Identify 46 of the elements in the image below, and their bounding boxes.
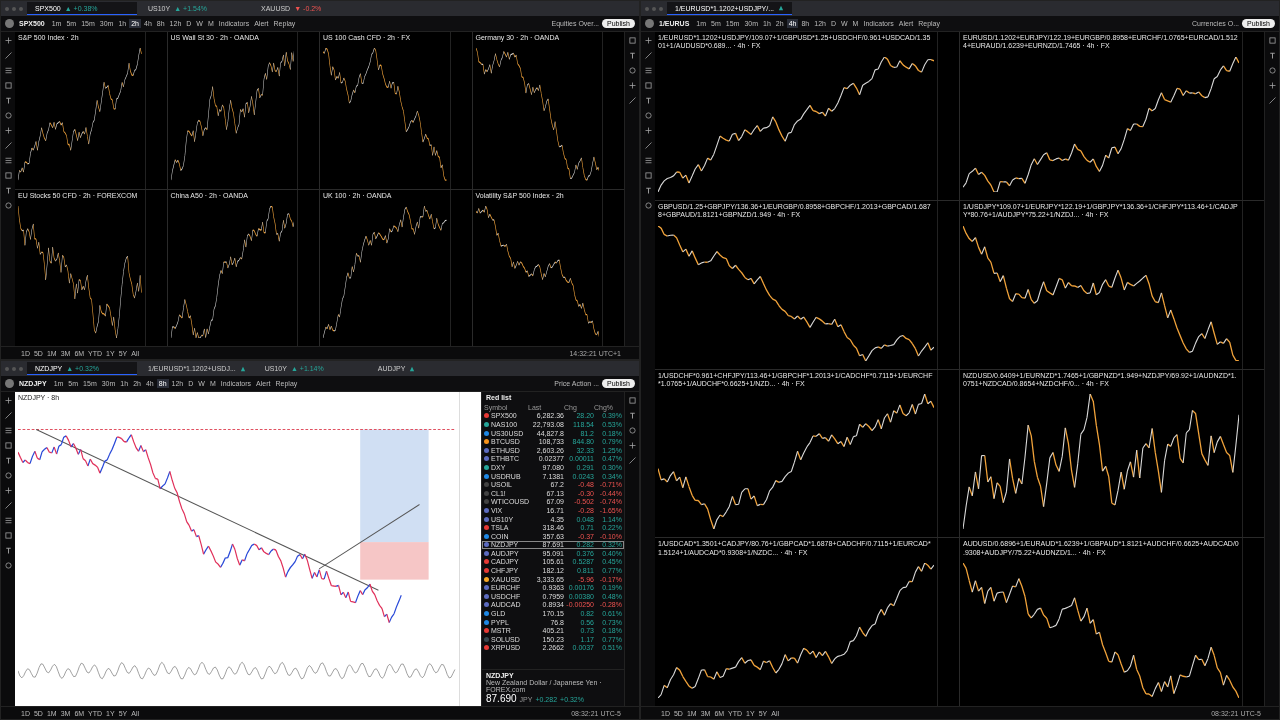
- circle-icon[interactable]: [3, 471, 13, 480]
- circle-icon[interactable]: [627, 66, 637, 75]
- text-tool-icon[interactable]: [3, 456, 13, 465]
- text-tool-icon[interactable]: [1267, 51, 1277, 60]
- crosshair-icon[interactable]: [643, 36, 653, 45]
- trend-line-icon[interactable]: [643, 141, 653, 150]
- avatar-icon[interactable]: [645, 19, 654, 28]
- lines-icon[interactable]: [3, 516, 13, 525]
- text-tool-icon[interactable]: [627, 51, 637, 60]
- detail-price: 87.690: [486, 693, 517, 704]
- crosshair-icon[interactable]: [3, 126, 13, 135]
- text-tool-icon[interactable]: [643, 186, 653, 195]
- text-tool-icon[interactable]: [627, 411, 637, 420]
- lines-icon[interactable]: [3, 156, 13, 165]
- text-tool-icon[interactable]: [3, 186, 13, 195]
- circle-icon[interactable]: [3, 201, 13, 210]
- circle-icon[interactable]: [643, 111, 653, 120]
- text-tool-icon[interactable]: [643, 96, 653, 105]
- circle-icon[interactable]: [3, 111, 13, 120]
- crosshair-icon[interactable]: [627, 81, 637, 90]
- avatar-icon[interactable]: [5, 19, 14, 28]
- text-tool-icon[interactable]: [3, 96, 13, 105]
- trend-line-icon[interactable]: [1267, 96, 1277, 105]
- circle-icon[interactable]: [627, 426, 637, 435]
- circle-icon[interactable]: [1267, 66, 1277, 75]
- trend-line-icon[interactable]: [3, 411, 13, 420]
- circle-icon[interactable]: [643, 201, 653, 210]
- lines-icon[interactable]: [3, 66, 13, 75]
- crosshair-icon[interactable]: [3, 396, 13, 405]
- lines-icon[interactable]: [643, 156, 653, 165]
- trend-line-icon[interactable]: [643, 51, 653, 60]
- circle-icon[interactable]: [3, 561, 13, 570]
- crosshair-icon[interactable]: [3, 36, 13, 45]
- trend-line-icon[interactable]: [3, 141, 13, 150]
- crosshair-icon[interactable]: [643, 126, 653, 135]
- trend-line-icon[interactable]: [3, 51, 13, 60]
- crosshair-icon[interactable]: [627, 441, 637, 450]
- avatar-icon[interactable]: [5, 379, 14, 388]
- crosshair-icon[interactable]: [3, 486, 13, 495]
- crosshair-icon[interactable]: [1267, 81, 1277, 90]
- text-tool-icon[interactable]: [3, 546, 13, 555]
- lines-icon[interactable]: [643, 66, 653, 75]
- trend-line-icon[interactable]: [3, 501, 13, 510]
- trend-line-icon[interactable]: [627, 96, 637, 105]
- lines-icon[interactable]: [3, 426, 13, 435]
- trend-line-icon[interactable]: [627, 456, 637, 465]
